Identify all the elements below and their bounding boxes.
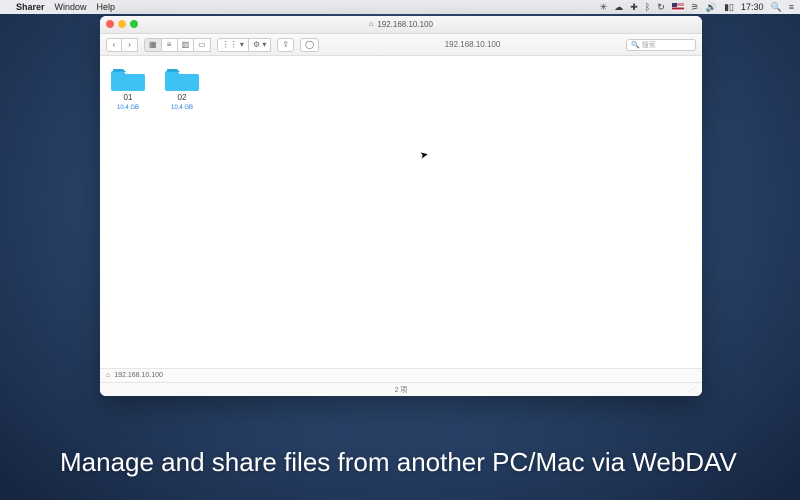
menu-help[interactable]: Help [97, 2, 116, 12]
folder-icon [111, 66, 145, 92]
pathbar-text: 192.168.10.100 [114, 372, 163, 379]
view-columns-button[interactable]: ▥ [178, 38, 195, 52]
menu-app-name[interactable]: Sharer [16, 2, 45, 12]
battery-icon[interactable]: ▮▯ [724, 2, 734, 13]
promo-caption: Manage and share files from another PC/M… [60, 442, 760, 482]
share-button[interactable]: ⇪ [277, 38, 294, 52]
tags-button[interactable]: ◯ [300, 38, 319, 52]
folder-item[interactable]: 01 10.4 GB [108, 66, 148, 111]
plus-icon[interactable]: ✚ [630, 2, 638, 13]
window-title: 192.168.10.100 [377, 20, 433, 29]
minimize-button[interactable] [118, 20, 126, 28]
volume-icon[interactable]: 🔊 [706, 2, 717, 13]
spotlight-icon[interactable]: 🔍 [771, 2, 782, 13]
window-titlebar[interactable]: ⌂ 192.168.10.100 [100, 16, 702, 34]
view-icons-button[interactable]: ▦ [144, 38, 162, 52]
menubar: Sharer Window Help ✳ ☁ ✚ ᛒ ↻ ⚞ 🔊 ▮▯ 17:3… [0, 0, 800, 14]
search-input[interactable]: 🔍 搜索 [626, 39, 696, 51]
folder-item[interactable]: 02 10.4 GB [162, 66, 202, 111]
search-icon: 🔍 [631, 41, 640, 49]
desktop-background: Sharer Window Help ✳ ☁ ✚ ᛒ ↻ ⚞ 🔊 ▮▯ 17:3… [0, 0, 800, 500]
bluetooth-icon[interactable]: ᛒ [645, 2, 650, 12]
resize-handle-icon[interactable]: ⋰ [689, 386, 696, 394]
close-button[interactable] [106, 20, 114, 28]
arrange-button[interactable]: ⋮⋮ ▾ [217, 38, 249, 52]
finder-content[interactable]: 01 10.4 GB 02 10.4 GB ➤ [100, 56, 702, 368]
cursor-icon: ➤ [419, 149, 429, 161]
wifi-icon[interactable]: ⚞ [691, 2, 699, 13]
action-button[interactable]: ⚙ ▾ [249, 38, 271, 52]
finder-window: ⌂ 192.168.10.100 ‹ › ▦ ≡ ▥ ▭ ⋮⋮ ▾ ⚙ ▾ ⇪ … [100, 16, 702, 396]
folder-name: 01 [124, 94, 133, 103]
cloud-icon[interactable]: ☁ [614, 2, 623, 13]
folder-size: 10.4 GB [117, 105, 139, 111]
forward-button[interactable]: › [122, 38, 138, 52]
server-icon: ⌂ [369, 21, 373, 28]
finder-pathbar[interactable]: ⌂ 192.168.10.100 [100, 368, 702, 382]
folder-name: 02 [178, 94, 187, 103]
finder-statusbar: 2 项 ⋰ [100, 382, 702, 396]
zoom-button[interactable] [130, 20, 138, 28]
search-placeholder: 搜索 [642, 40, 656, 50]
finder-toolbar: ‹ › ▦ ≡ ▥ ▭ ⋮⋮ ▾ ⚙ ▾ ⇪ ◯ 192.168.10.100 … [100, 34, 702, 56]
wechat-icon[interactable]: ✳ [600, 2, 608, 13]
status-item-count: 2 项 [395, 385, 408, 395]
menubar-clock[interactable]: 17:30 [741, 2, 764, 12]
folder-icon [165, 66, 199, 92]
server-icon: ⌂ [106, 372, 110, 379]
view-gallery-button[interactable]: ▭ [194, 38, 211, 52]
time-machine-icon[interactable]: ↻ [657, 2, 665, 13]
back-button[interactable]: ‹ [106, 38, 122, 52]
menu-window[interactable]: Window [55, 2, 87, 12]
toolbar-path: 192.168.10.100 [445, 40, 501, 49]
input-flag-icon[interactable] [672, 3, 684, 11]
view-list-button[interactable]: ≡ [162, 38, 178, 52]
notification-center-icon[interactable]: ≡ [789, 2, 794, 12]
folder-size: 10.4 GB [171, 105, 193, 111]
traffic-lights [106, 20, 138, 28]
